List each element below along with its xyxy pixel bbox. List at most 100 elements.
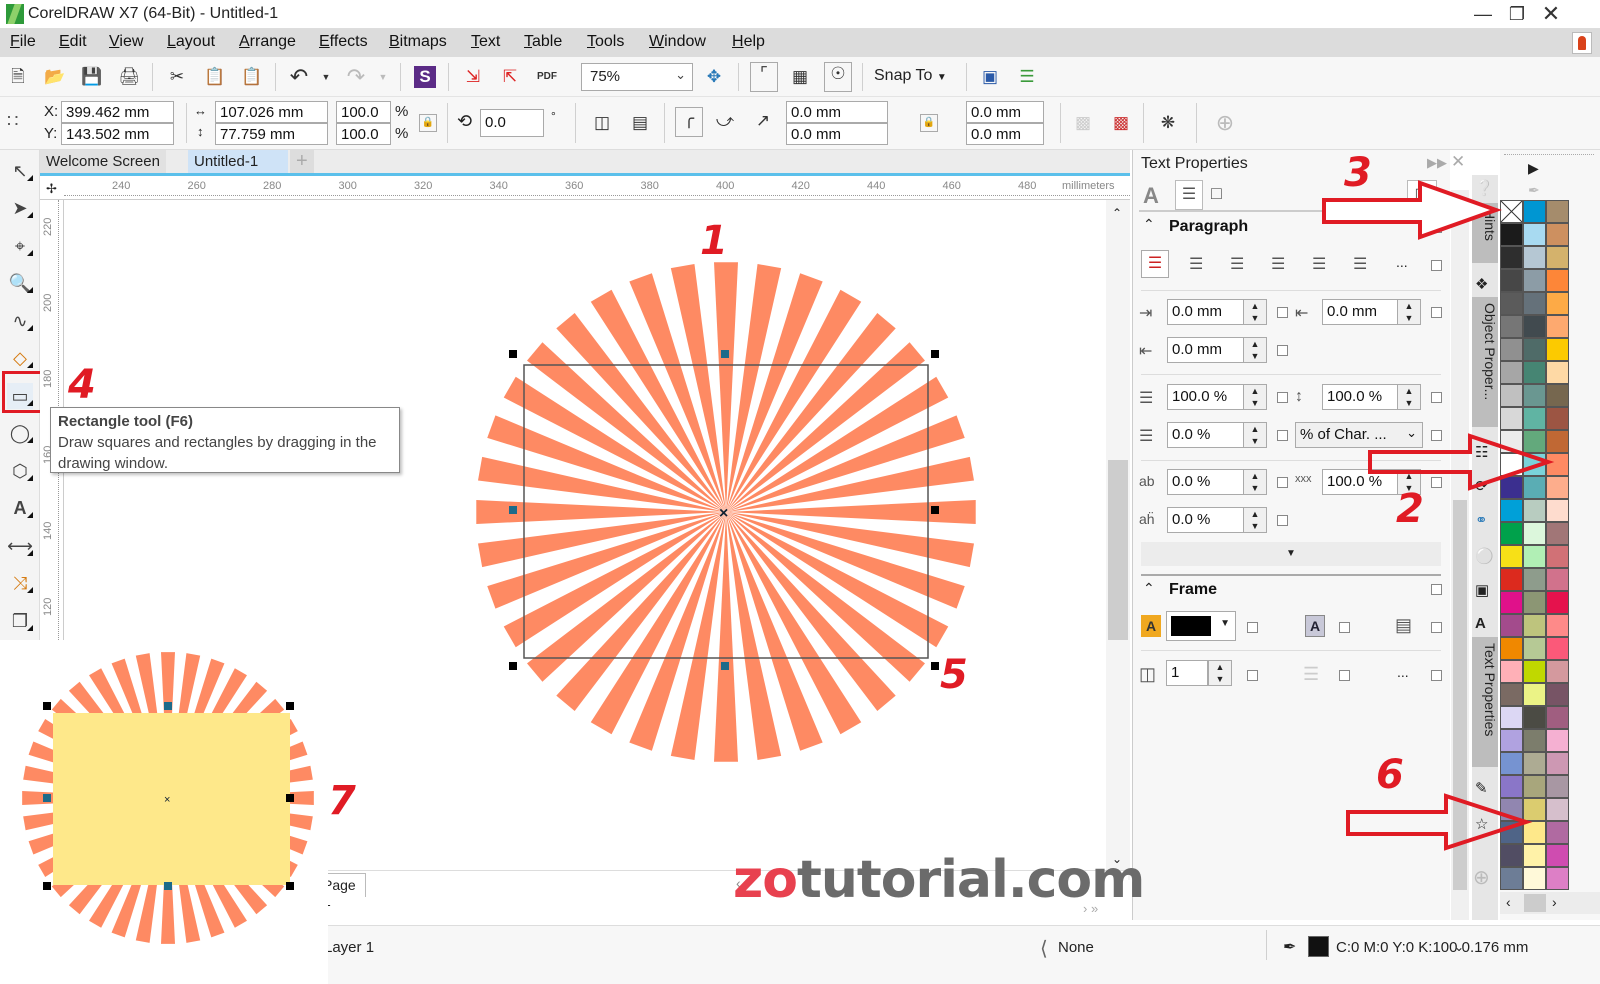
color-swatch[interactable] xyxy=(1523,499,1546,522)
tab-object-properties[interactable]: Object Proper... xyxy=(1472,297,1498,427)
first-line-indent-spinner[interactable]: ▲ ▼ xyxy=(1243,337,1267,363)
color-swatch[interactable] xyxy=(1523,775,1546,798)
corner-bottom-right-field[interactable]: 0.0 mm xyxy=(966,123,1044,145)
word-spacing-field[interactable]: 100.0 % xyxy=(1322,469,1400,495)
language-spacing-checkbox[interactable] xyxy=(1277,515,1288,526)
color-swatch[interactable] xyxy=(1546,476,1569,499)
line-spacing-checkbox[interactable] xyxy=(1431,392,1442,403)
wrap-text-icon[interactable]: ▩ xyxy=(1110,112,1132,134)
export-icon[interactable]: ⇱ xyxy=(499,66,521,88)
scale-x-field[interactable]: 100.0 xyxy=(336,101,391,123)
transform-tab-icon[interactable]: ⟳ xyxy=(1475,477,1488,495)
character-spacing-spinner[interactable]: ▲ ▼ xyxy=(1243,469,1267,495)
width-field[interactable]: 107.026 mm xyxy=(215,101,328,123)
minimize-button[interactable]: — xyxy=(1466,2,1500,26)
color-swatch[interactable] xyxy=(1523,568,1546,591)
columns-checkbox[interactable] xyxy=(1247,670,1258,681)
search-content-icon[interactable]: S xyxy=(414,66,436,88)
drop-shadow-tool-icon[interactable]: ❐ xyxy=(7,608,33,634)
corner-top-left-field[interactable]: 0.0 mm xyxy=(786,101,888,123)
snap-to-button[interactable]: Snap To ▼ xyxy=(874,67,947,85)
color-swatch[interactable] xyxy=(1500,729,1523,752)
alignment-checkbox[interactable] xyxy=(1431,260,1442,271)
color-swatch[interactable] xyxy=(1500,361,1523,384)
right-indent-field[interactable]: 0.0 mm xyxy=(1322,299,1400,325)
ruler-origin-icon[interactable]: ✢ xyxy=(46,181,57,197)
lens-tab-icon[interactable]: ⚪ xyxy=(1475,547,1494,565)
spacing-unit-select[interactable]: % of Char. ... ⌄ xyxy=(1295,422,1423,448)
selection-handle[interactable] xyxy=(509,662,517,670)
color-swatch[interactable] xyxy=(1546,522,1569,545)
docker-scrollbar[interactable]: ⌄ xyxy=(1451,190,1469,954)
align-center-icon[interactable]: ☰ xyxy=(1230,254,1244,274)
color-swatch[interactable] xyxy=(1523,246,1546,269)
color-swatch[interactable] xyxy=(1523,453,1546,476)
scrollbar-thumb[interactable] xyxy=(1108,460,1128,640)
text-properties-tab-icon[interactable]: A xyxy=(1475,615,1486,632)
color-swatch[interactable] xyxy=(1523,729,1546,752)
color-swatch[interactable] xyxy=(1500,499,1523,522)
blend-tab-icon[interactable]: ⚭ xyxy=(1475,511,1488,529)
expand-paragraph-button[interactable]: ▼ xyxy=(1141,542,1441,566)
scale-y-field[interactable]: 100.0 xyxy=(336,123,391,145)
menu-edit[interactable]: Edit xyxy=(59,33,87,51)
character-tab-icon[interactable]: A xyxy=(1143,183,1159,209)
scroll-left-icon[interactable]: ‹ xyxy=(1506,894,1511,910)
selection-handle[interactable] xyxy=(43,702,51,710)
tab-welcome-screen[interactable]: Welcome Screen xyxy=(40,150,166,173)
color-swatch[interactable] xyxy=(1546,407,1569,430)
after-paragraph-field[interactable]: 0.0 % xyxy=(1167,422,1245,448)
color-swatch[interactable] xyxy=(1523,614,1546,637)
selection-handle[interactable] xyxy=(43,882,51,890)
color-swatch[interactable] xyxy=(1523,660,1546,683)
scroll-down-icon[interactable]: ⌄ xyxy=(1454,940,1464,954)
round-corner-icon[interactable]: ╭ xyxy=(675,107,703,137)
after-paragraph-checkbox[interactable] xyxy=(1277,430,1288,441)
selection-handle[interactable] xyxy=(931,506,939,514)
frame-tab-icon[interactable]: □ xyxy=(1211,183,1222,204)
column-settings-icon[interactable]: ☰ xyxy=(1303,664,1319,685)
color-swatch[interactable] xyxy=(1546,683,1569,706)
rotation-field[interactable]: 0.0 xyxy=(480,109,544,137)
before-paragraph-field[interactable]: 100.0 % xyxy=(1167,384,1245,410)
import-icon[interactable]: ⇲ xyxy=(462,66,484,88)
color-swatch[interactable] xyxy=(1523,844,1546,867)
freehand-tool-icon[interactable]: ∿ xyxy=(7,308,33,334)
frame-checkbox[interactable] xyxy=(1431,584,1442,595)
first-line-indent-checkbox[interactable] xyxy=(1277,345,1288,356)
color-swatch[interactable] xyxy=(1500,798,1523,821)
no-color-swatch[interactable] xyxy=(1500,200,1523,223)
color-swatch[interactable] xyxy=(1523,476,1546,499)
docker-scrollbar-thumb[interactable] xyxy=(1453,500,1467,890)
right-indent-checkbox[interactable] xyxy=(1431,307,1442,318)
frame-background-color-picker[interactable]: ▼ xyxy=(1166,611,1236,641)
color-swatch[interactable] xyxy=(1546,637,1569,660)
horizontal-ruler[interactable]: ✢ 240 260 280 300 320 340 360 380 400 420 440 460 48… xyxy=(40,176,1130,200)
filled-rectangle[interactable] xyxy=(53,713,290,885)
color-swatch[interactable] xyxy=(1500,338,1523,361)
color-swatch[interactable] xyxy=(1523,407,1546,430)
application-launcher-icon[interactable]: ☰ xyxy=(1016,66,1038,88)
color-swatch[interactable] xyxy=(1523,292,1546,315)
color-swatch[interactable] xyxy=(1523,637,1546,660)
color-swatch[interactable] xyxy=(1523,821,1546,844)
color-swatch[interactable] xyxy=(1523,683,1546,706)
selection-handle[interactable] xyxy=(164,882,172,890)
hints-tab-icon[interactable]: ❔ xyxy=(1475,179,1494,197)
color-swatch[interactable] xyxy=(1523,706,1546,729)
symbol-tab-icon[interactable]: ☆ xyxy=(1475,815,1488,833)
redo-icon[interactable]: ↷ xyxy=(345,66,367,88)
y-position-field[interactable]: 143.502 mm xyxy=(61,123,174,145)
color-swatch[interactable] xyxy=(1546,315,1569,338)
align-right-icon[interactable]: ☰ xyxy=(1271,254,1285,274)
color-swatch[interactable] xyxy=(1546,545,1569,568)
mirror-vertical-icon[interactable]: ▤ xyxy=(629,112,651,134)
contour-tab-icon[interactable]: ▣ xyxy=(1475,581,1489,599)
color-swatch[interactable] xyxy=(1546,614,1569,637)
color-swatch[interactable] xyxy=(1523,430,1546,453)
paragraph-checkbox[interactable] xyxy=(1431,222,1442,233)
vertical-alignment-icon[interactable]: A xyxy=(1305,615,1325,637)
color-swatch[interactable] xyxy=(1500,775,1523,798)
color-swatch[interactable] xyxy=(1546,200,1569,223)
cut-icon[interactable]: ✂ xyxy=(166,66,188,88)
